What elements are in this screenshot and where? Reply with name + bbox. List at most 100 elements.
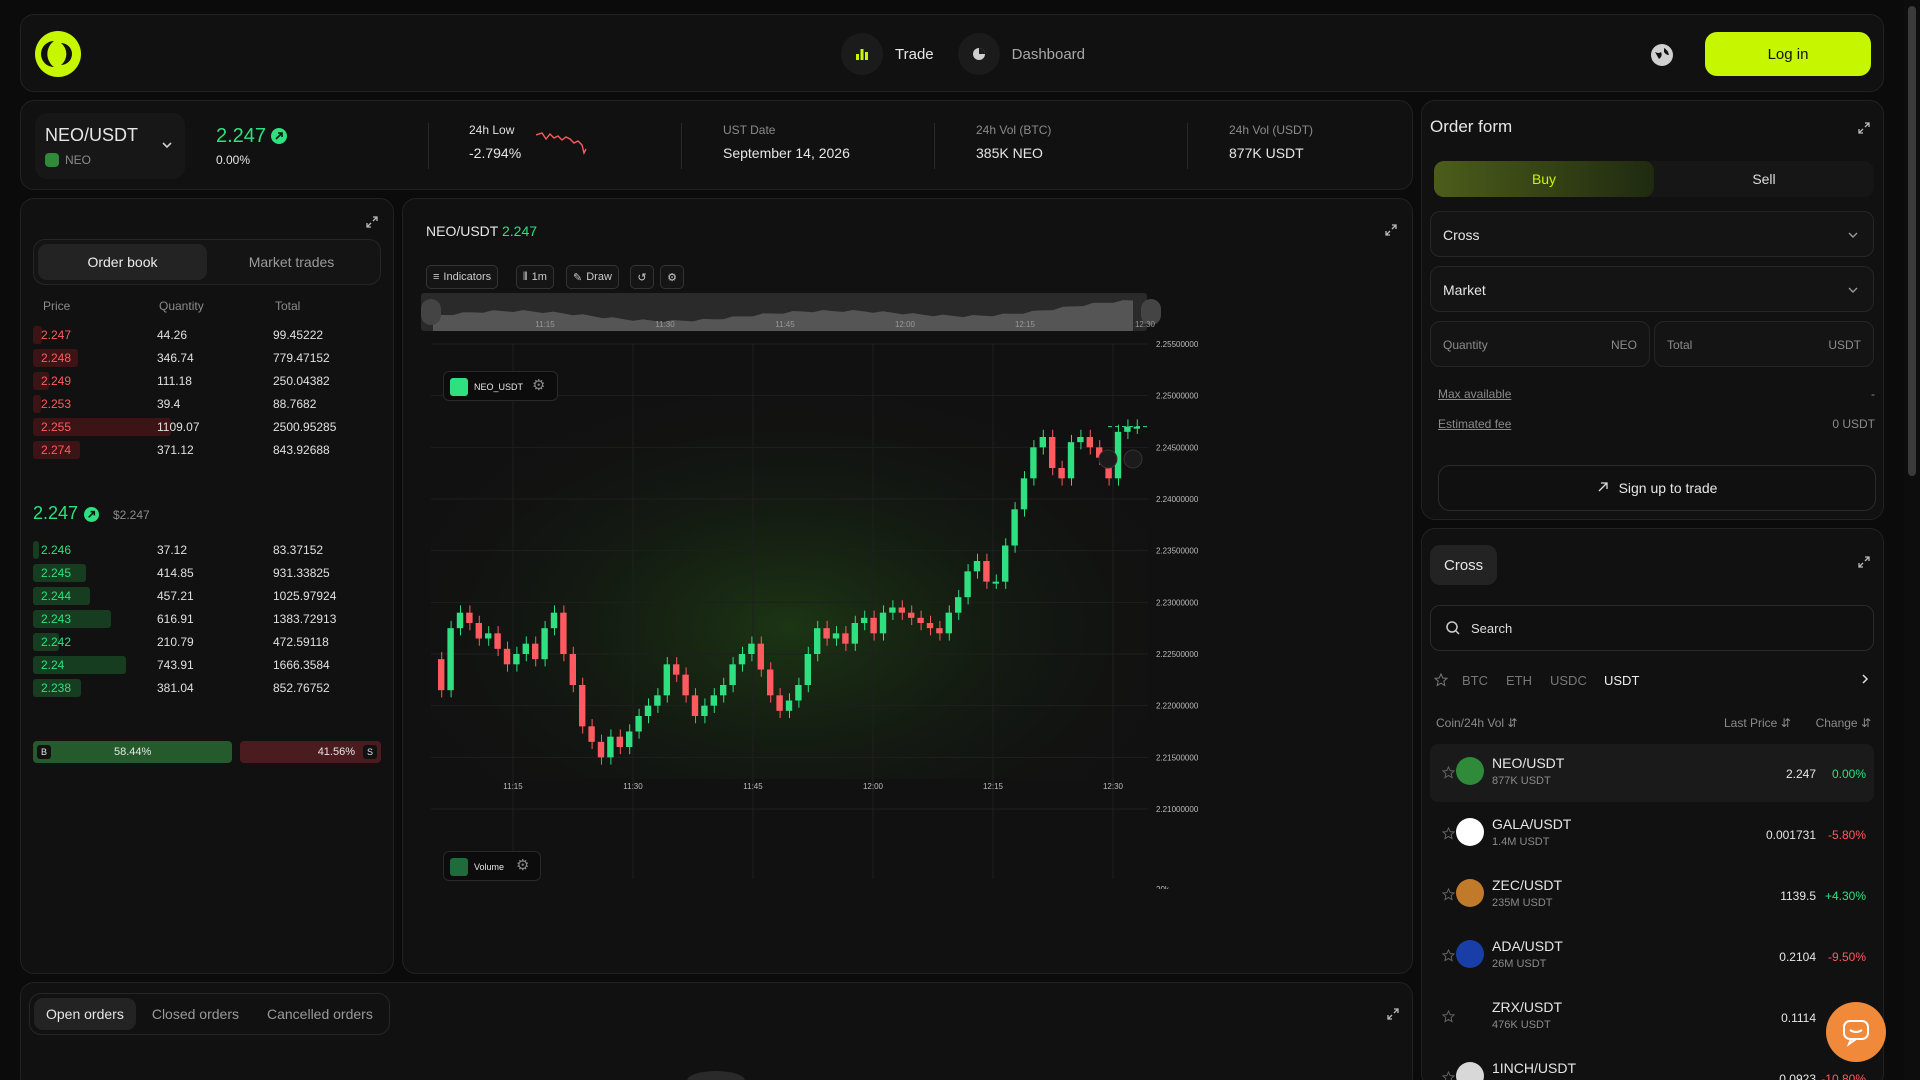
bid-row[interactable]: 2.246 37.12 83.37152 — [33, 539, 381, 561]
indicators-button[interactable]: ≡ Indicators — [426, 265, 499, 289]
expand-icon[interactable] — [1857, 121, 1871, 135]
market-row[interactable]: GALA/USDT 1.4M USDT 0.001731 -5.80% — [1430, 805, 1874, 863]
pair-base: NEO — [65, 153, 92, 167]
col-last-price[interactable]: Last Price ⇵ — [1724, 716, 1791, 730]
tab-cross[interactable]: Cross — [1430, 545, 1498, 585]
cell-qty: 371.12 — [157, 443, 194, 457]
coin-icon — [1456, 879, 1484, 907]
pair-selector[interactable]: NEO/USDT NEO — [35, 113, 185, 179]
chevron-right-icon[interactable] — [1859, 673, 1871, 688]
page-scrollbar[interactable] — [1904, 0, 1920, 1080]
last-price: 2.247 — [216, 125, 267, 147]
time-axis-label: 11:15 — [503, 782, 523, 791]
expand-icon[interactable] — [1384, 223, 1398, 237]
undo-button[interactable]: ↺ — [630, 265, 654, 289]
max-available-label[interactable]: Max available — [1438, 387, 1511, 401]
bid-row[interactable]: 2.24 743.91 1666.3584 — [33, 654, 381, 676]
market-row[interactable]: NEO/USDT 877K USDT 2.247 0.00% — [1430, 744, 1874, 802]
bid-row[interactable]: 2.243 616.91 1383.72913 — [33, 608, 381, 630]
bid-row[interactable]: 2.244 457.21 1025.97924 — [33, 585, 381, 607]
candle-body — [795, 685, 802, 701]
star-icon[interactable] — [1441, 1070, 1456, 1080]
col-coin[interactable]: Coin/24h Vol ⇵ — [1436, 716, 1517, 730]
bid-row[interactable]: 2.245 414.85 931.33825 — [33, 562, 381, 584]
globe-icon[interactable] — [1651, 44, 1673, 66]
ask-row[interactable]: 2.274 371.12 843.92688 — [33, 439, 381, 461]
estimated-fee-label[interactable]: Estimated fee — [1438, 417, 1511, 431]
quote-eth[interactable]: ETH — [1506, 673, 1532, 688]
star-icon[interactable] — [1441, 948, 1456, 962]
tab-market-trades[interactable]: Market trades — [207, 244, 376, 280]
tab-open-orders[interactable]: Open orders — [34, 998, 136, 1030]
quantity-input[interactable]: Quantity NEO — [1430, 321, 1650, 367]
cell-price: 2.253 — [41, 397, 72, 411]
market-symbol: ZRX/USDT — [1492, 999, 1562, 1015]
ask-row[interactable]: 2.247 44.26 99.45222 — [33, 324, 381, 346]
sell-tab[interactable]: Sell — [1654, 161, 1874, 197]
col-change[interactable]: Change ⇵ — [1816, 716, 1871, 730]
quote-btc[interactable]: BTC — [1462, 673, 1488, 688]
tab-closed-orders[interactable]: Closed orders — [140, 998, 251, 1030]
buy-tab[interactable]: Buy — [1434, 161, 1654, 197]
market-price: 0.001731 — [1765, 828, 1816, 842]
scrollbar-thumb[interactable] — [1908, 6, 1916, 476]
ask-row[interactable]: 2.249 111.18 250.04382 — [33, 370, 381, 392]
total-input[interactable]: Total USDT — [1654, 321, 1874, 367]
search-box[interactable]: Search — [1430, 605, 1874, 651]
gear-icon[interactable]: ⚙ — [516, 856, 529, 874]
candle-body — [607, 736, 614, 758]
star-icon[interactable] — [1433, 672, 1449, 690]
quote-usdt[interactable]: USDT — [1604, 673, 1639, 688]
draw-button[interactable]: ✎ Draw — [566, 265, 619, 289]
chart-settings-button[interactable]: ⚙ — [660, 265, 684, 289]
market-row[interactable]: ADA/USDT 26M USDT 0.2104 -9.50% — [1430, 927, 1874, 985]
gear-icon[interactable]: ⚙ — [532, 376, 545, 394]
ask-row[interactable]: 2.255 1109.07 2500.95285 — [33, 416, 381, 438]
volume-legend[interactable]: Volume ⚙ — [443, 851, 541, 881]
order-type-select[interactable]: Market — [1430, 266, 1874, 312]
nav-dashboard[interactable]: Dashboard — [957, 33, 1085, 75]
price-axis-label: 2.24000000 — [1156, 495, 1199, 504]
cell-price: 2.245 — [41, 566, 72, 580]
interval-button[interactable]: ⫴ 1m — [516, 265, 554, 289]
candle-body — [973, 561, 981, 572]
search-input[interactable]: Search — [1471, 621, 1512, 636]
margin-select[interactable]: Cross — [1430, 211, 1874, 257]
market-row[interactable]: 1INCH/USDT 0.0923 -10.80% — [1430, 1049, 1874, 1080]
cell-qty: 39.4 — [157, 397, 181, 411]
star-icon[interactable] — [1441, 1009, 1456, 1023]
expand-icon[interactable] — [1386, 1007, 1400, 1021]
order-form-title: Order form — [1430, 117, 1513, 136]
sell-ratio-bar: 41.56% S — [240, 741, 381, 763]
market-row[interactable]: ZRX/USDT 476K USDT 0.1114 — [1430, 988, 1874, 1046]
cell-total: 88.7682 — [273, 397, 317, 411]
bid-row[interactable]: 2.238 381.04 852.76752 — [33, 677, 381, 699]
nav-trade[interactable]: Trade — [841, 33, 934, 75]
tab-cancelled-orders[interactable]: Cancelled orders — [255, 998, 385, 1030]
expand-icon[interactable] — [365, 215, 379, 229]
main-series-legend[interactable]: NEO_USDT ⚙ — [443, 371, 558, 401]
bid-row[interactable]: 2.242 210.79 472.59118 — [33, 631, 381, 653]
star-icon[interactable] — [1441, 765, 1456, 779]
star-icon[interactable] — [1441, 826, 1456, 840]
price-axis-label: 2.21500000 — [1156, 753, 1199, 762]
expand-icon[interactable] — [1857, 555, 1871, 569]
chat-button[interactable] — [1826, 1002, 1886, 1062]
tab-order-book[interactable]: Order book — [38, 244, 207, 280]
ask-row[interactable]: 2.253 39.4 88.7682 — [33, 393, 381, 415]
candle-body — [842, 633, 849, 644]
candle-body — [494, 633, 501, 649]
top-header: Trade Dashboard Log in — [20, 14, 1884, 92]
star-icon[interactable] — [1441, 887, 1456, 901]
price-axis-label: 2.23500000 — [1156, 547, 1199, 556]
market-row[interactable]: ZEC/USDT 235M USDT 1139.5 +4.30% — [1430, 866, 1874, 924]
logo[interactable] — [35, 31, 81, 77]
market-change: 0.00% — [1831, 767, 1866, 781]
ask-row[interactable]: 2.248 346.74 779.47152 — [33, 347, 381, 369]
login-button[interactable]: Log in — [1705, 32, 1871, 76]
vol-usdt-block: 24h Vol (USDT) 877K USDT — [1229, 123, 1313, 161]
signup-button[interactable]: Sign up to trade — [1438, 465, 1876, 511]
time-axis-label: 12:00 — [863, 782, 884, 791]
quote-usdc[interactable]: USDC — [1550, 673, 1587, 688]
candle-body — [691, 695, 699, 716]
